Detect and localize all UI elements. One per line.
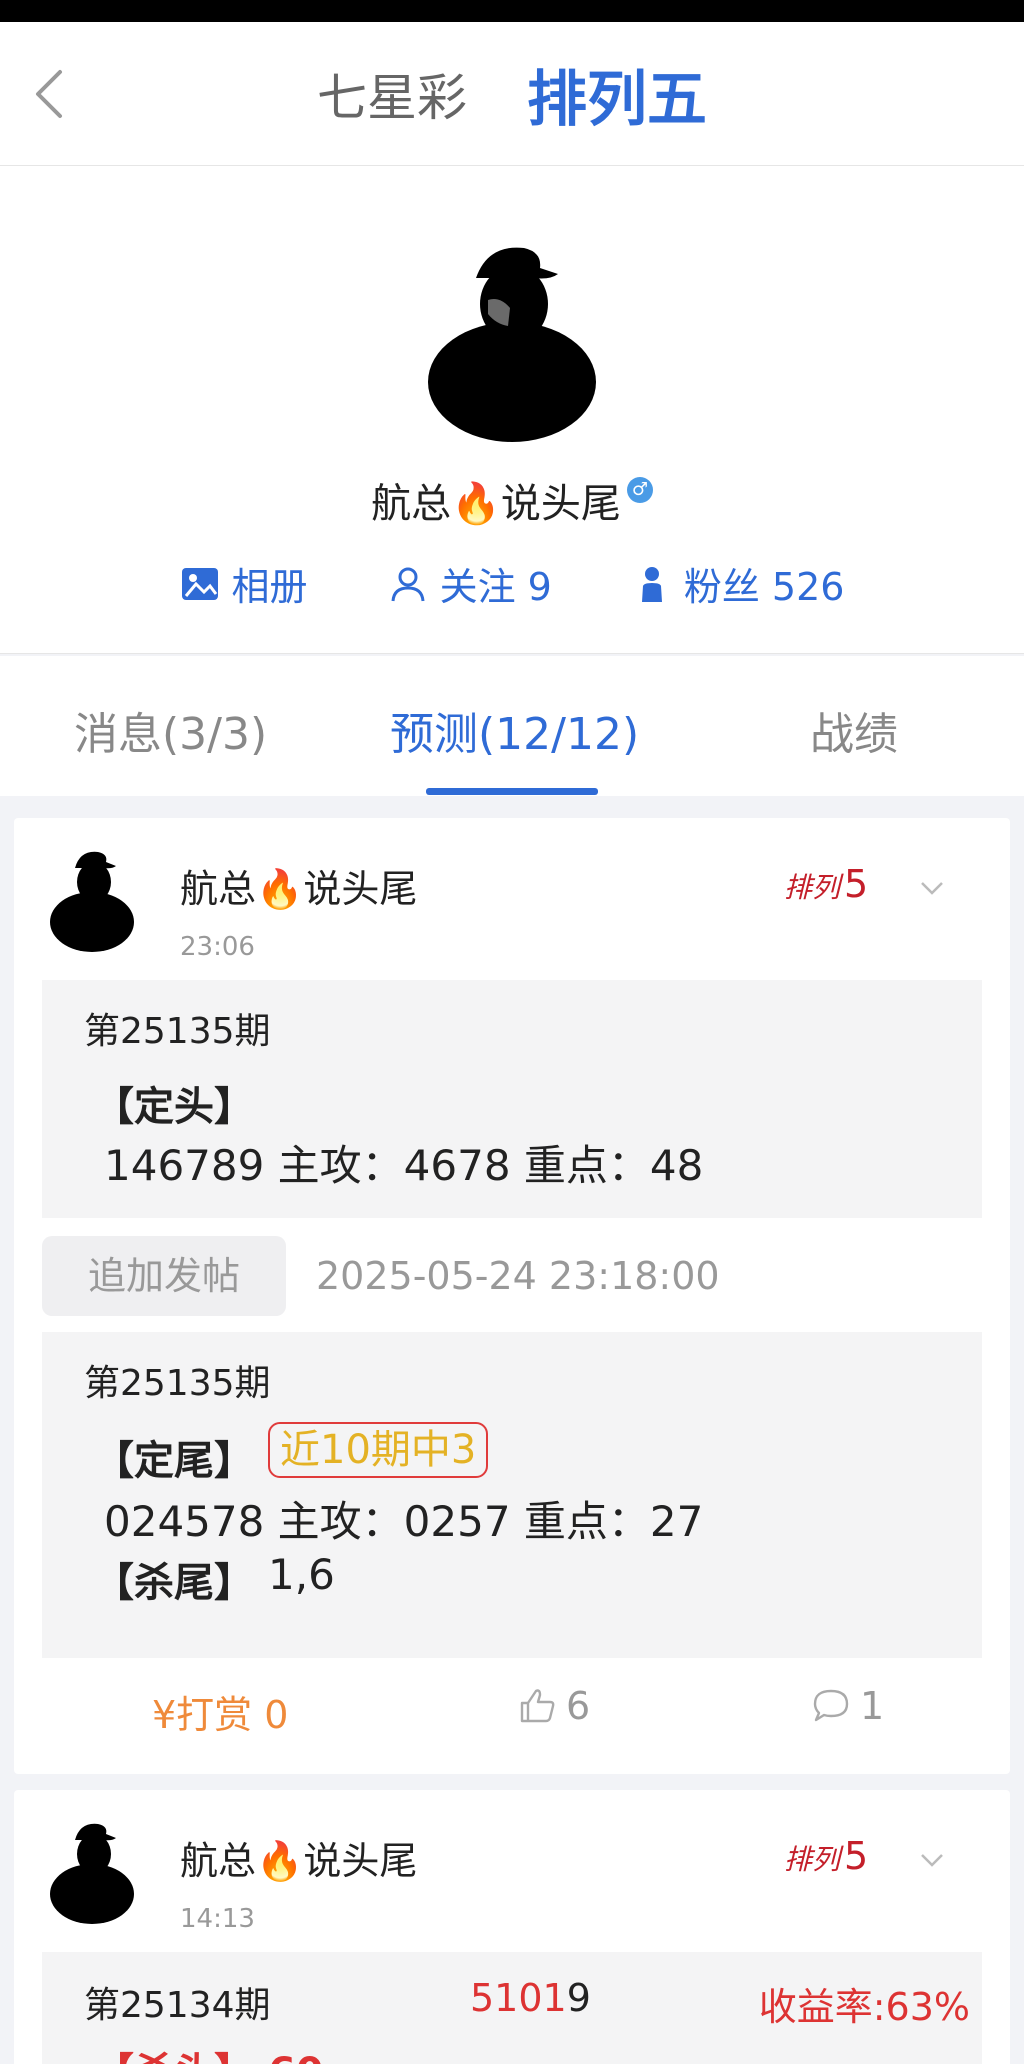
append-content: 第25135期 【定尾】 近10期中3 024578 主攻：0257 重点：27… (42, 1332, 982, 1658)
game-badge-text: 排列 (784, 1843, 841, 1876)
game-badge-number: 5 (844, 1834, 869, 1878)
reward-label: ¥打赏 0 (152, 1693, 289, 1737)
profile-name: 航总🔥说头尾 ♂ (0, 471, 1024, 529)
album-link[interactable]: 相册 (180, 556, 308, 611)
fans-link[interactable]: 粉丝 526 (632, 556, 845, 611)
content-tabs: 消息(3/3) 预测(12/12) 战绩 (0, 656, 1024, 796)
yield-rate: 收益率:63% (758, 1985, 970, 2029)
comment-icon (813, 1689, 849, 1722)
tail-label: 【定尾】 (94, 1438, 254, 1484)
draw-result-hit: 5101 (470, 1976, 567, 2020)
avatar[interactable] (48, 1816, 138, 1924)
album-icon (181, 567, 218, 600)
profile-stats: 相册 关注 9 粉丝 526 (0, 556, 1024, 611)
male-gender-icon: ♂ (626, 477, 653, 503)
avatar[interactable] (48, 844, 138, 952)
avatar[interactable] (422, 234, 602, 444)
profile-section: 航总🔥说头尾 ♂ 相册 关注 9 粉丝 526 (0, 166, 1024, 654)
reward-button[interactable]: ¥打赏 0 (152, 1684, 288, 1739)
period-label: 第25135期 (84, 1363, 271, 1404)
tail-numbers: 024578 主攻：0257 重点：27 (104, 1497, 704, 1546)
chevron-down-icon[interactable] (914, 870, 950, 906)
head-label: 【定头】 (94, 1084, 254, 1130)
game-badge: 排列 5 (784, 1834, 868, 1878)
like-count: 6 (566, 1684, 591, 1728)
hit-rate-badge: 近10期中3 (268, 1422, 489, 1478)
lottery-type-tabs: 七星彩 排列五 (0, 22, 1024, 166)
period-label: 第25135期 (84, 1011, 271, 1052)
comment-count: 1 (860, 1684, 885, 1728)
post-card: 航总🔥说头尾 14:13 排列 5 第25134期 51019 收益率:63% … (14, 1790, 1010, 2064)
post-time: 23:06 (180, 932, 255, 962)
user-outline-icon (391, 567, 425, 601)
tab-messages[interactable]: 消息(3/3) (74, 698, 267, 762)
active-tab-indicator (426, 788, 598, 795)
like-button[interactable]: 6 (516, 1684, 590, 1728)
kill-numbers: 1,6 (268, 1550, 335, 1599)
profile-name-text: 航总🔥说头尾 (371, 481, 621, 527)
post-author[interactable]: 航总🔥说头尾 (180, 1830, 417, 1885)
chevron-down-icon[interactable] (914, 1842, 950, 1878)
post-actions: ¥打赏 0 6 1 (14, 1684, 1010, 1744)
fans-label: 粉丝 526 (683, 565, 845, 609)
user-filled-icon (641, 566, 662, 602)
thumbs-up-icon (520, 1689, 555, 1723)
post-author[interactable]: 航总🔥说头尾 (180, 858, 417, 913)
game-badge: 排列 5 (784, 862, 868, 906)
head-numbers: 146789 主攻：4678 重点：48 (104, 1141, 704, 1190)
comment-button[interactable]: 1 (810, 1684, 884, 1728)
kill-head-label: 【杀头】 60 (94, 2040, 324, 2064)
tab-record[interactable]: 战绩 (810, 698, 898, 762)
tab-predictions[interactable]: 预测(12/12) (390, 698, 639, 762)
game-badge-number: 5 (844, 862, 869, 906)
draw-result: 51019 (470, 1976, 591, 2020)
tab-qixingcai[interactable]: 七星彩 (317, 58, 467, 130)
prediction-content: 第25135期 【定头】 146789 主攻：4678 重点：48 (42, 980, 982, 1218)
tab-pailiewu[interactable]: 排列五 (527, 51, 707, 138)
post-time: 14:13 (180, 1904, 255, 1934)
top-header: 七星彩 排列五 (0, 22, 1024, 166)
append-time: 2025-05-24 23:18:00 (316, 1254, 720, 1298)
following-label: 关注 9 (439, 565, 552, 609)
status-bar (0, 0, 1024, 22)
post-card: 航总🔥说头尾 23:06 排列 5 第25135期 【定头】 146789 主攻… (14, 818, 1010, 1774)
prediction-content: 第25134期 51019 收益率:63% 【杀头】 60 (42, 1952, 982, 2064)
period-label: 第25134期 (84, 1985, 271, 2026)
following-link[interactable]: 关注 9 (388, 556, 552, 611)
draw-result-miss: 9 (566, 1976, 591, 2020)
append-post-button[interactable]: 追加发帖 (42, 1236, 286, 1316)
album-label: 相册 (231, 565, 308, 609)
game-badge-text: 排列 (784, 871, 841, 904)
kill-label: 【杀尾】 (94, 1560, 254, 1606)
